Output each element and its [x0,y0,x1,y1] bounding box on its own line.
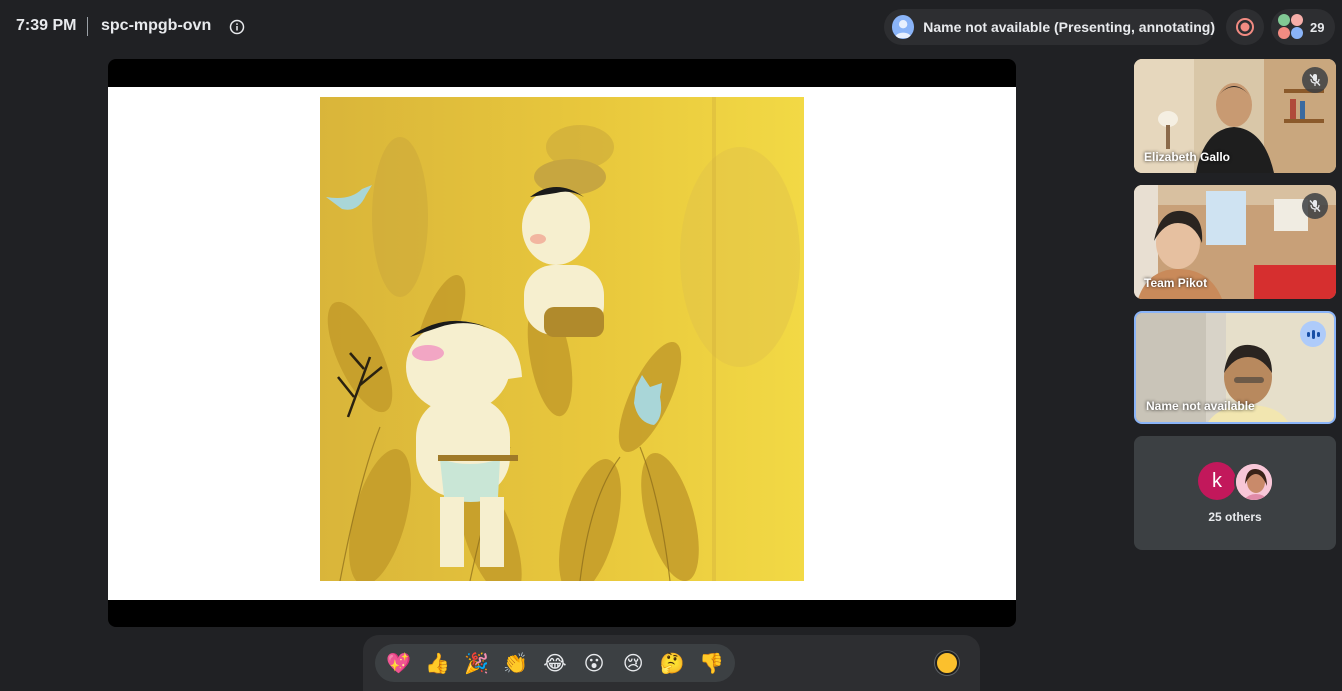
reaction-sad[interactable]: 😢 [616,646,650,680]
participant-tile-active-speaker[interactable]: Name not available [1134,311,1336,424]
storybook-illustration [320,97,804,581]
recording-button[interactable] [1226,9,1264,45]
participant-count: 29 [1310,19,1325,35]
presenter-avatar [892,15,915,39]
participant-tile-elizabeth-gallo[interactable]: Elizabeth Gallo [1134,59,1336,173]
skin-tone-selector[interactable] [935,651,959,675]
participant-name: Name not available [1146,399,1255,413]
mic-muted-indicator [1302,67,1328,93]
participant-tile-team-pikot[interactable]: Team Pikot [1134,185,1336,299]
mic-off-icon [1309,200,1321,212]
info-icon [229,19,244,34]
reaction-party-popper[interactable]: 🎉 [460,646,494,680]
mic-muted-indicator [1302,193,1328,219]
reaction-bar: 💖 👍 🎉 👏 😂 😮 😢 🤔 👎 [363,635,980,691]
emoji-tray: 💖 👍 🎉 👏 😂 😮 😢 🤔 👎 [375,644,735,682]
meeting-code: spc-mpgb-ovn [101,17,212,34]
presentation-stage [108,59,1016,627]
shared-slide [108,87,1016,600]
top-bar: 7:39 PM spc-mpgb-ovn Name not available … [0,0,1342,54]
clock-time: 7:39 PM [16,17,77,34]
reaction-sparkling-heart[interactable]: 💖 [382,646,416,680]
avatar [1234,462,1274,502]
others-tile[interactable]: k 25 others [1134,436,1336,550]
reaction-surprised[interactable]: 😮 [577,646,611,680]
reaction-thumbs-up[interactable]: 👍 [421,646,455,680]
presenter-indicator[interactable]: Name not available (Presenting, annotati… [884,9,1215,45]
participant-name: Team Pikot [1144,276,1208,290]
presenter-label: Name not available (Presenting, annotati… [923,19,1215,35]
record-icon [1236,18,1254,36]
participants-button[interactable]: 29 [1271,9,1335,45]
reaction-tears-of-joy[interactable]: 😂 [538,646,572,680]
speaking-indicator [1300,321,1326,347]
person-icon [894,20,912,39]
reaction-thinking[interactable]: 🤔 [655,646,689,680]
others-avatars: k [1198,462,1278,502]
header-divider [87,17,88,36]
mic-off-icon [1309,74,1321,86]
avatar-initial: k [1198,462,1236,500]
meeting-info-button[interactable] [227,17,246,36]
participant-name: Elizabeth Gallo [1144,150,1231,164]
reaction-thumbs-down[interactable]: 👎 [694,646,728,680]
participants-avatars [1278,14,1304,40]
others-count-label: 25 others [1208,510,1262,524]
reaction-clapping[interactable]: 👏 [499,646,533,680]
